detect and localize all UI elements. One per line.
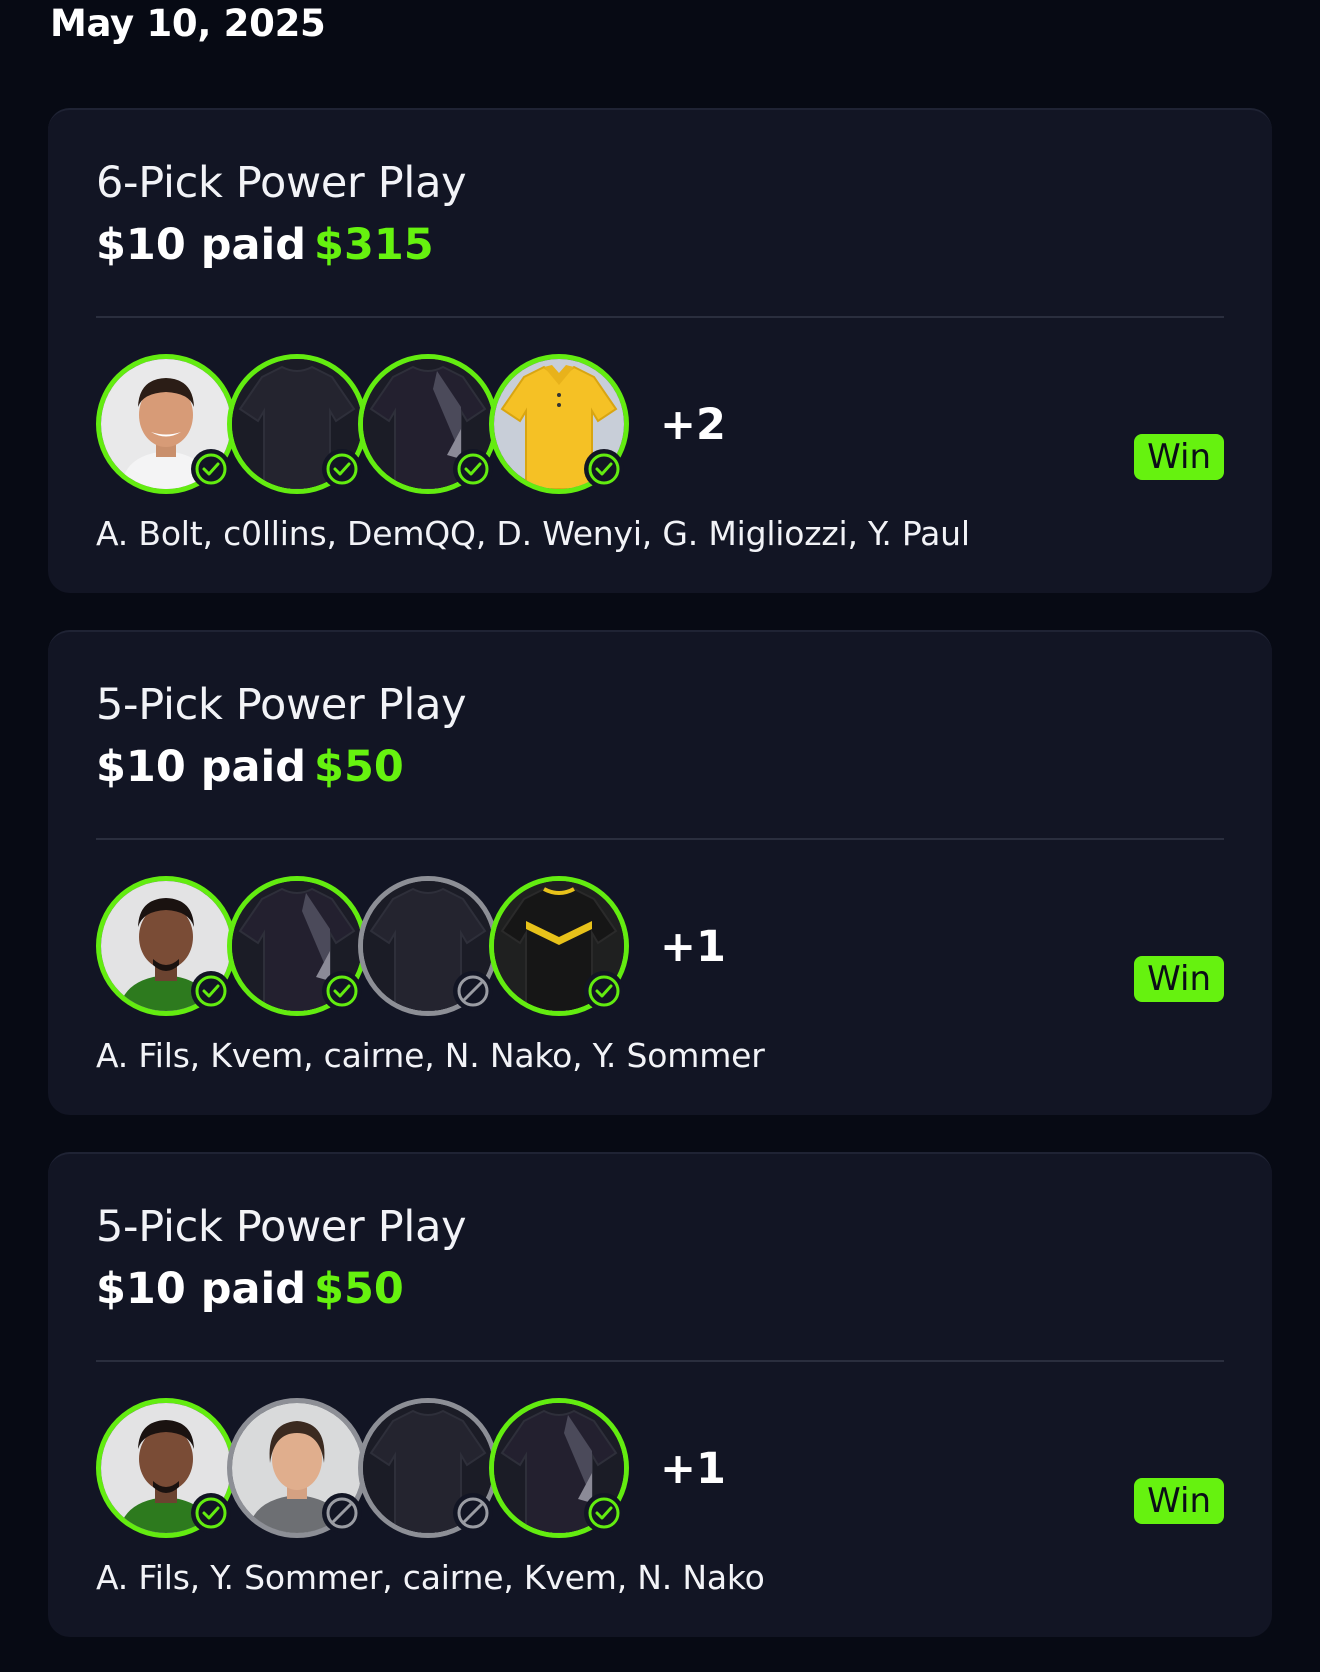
payout-amount: $50: [314, 1264, 404, 1314]
entry-title: 6-Pick Power Play: [96, 158, 467, 208]
avatar-stack: [96, 876, 656, 1016]
entry-card[interactable]: 6-Pick Power Play $10 paid $315 +2 Win A.…: [48, 108, 1272, 593]
players-list: A. Fils, Y. Sommer, cairne, Kvem, N. Nak…: [96, 1558, 765, 1597]
entry-title: 5-Pick Power Play: [96, 1202, 467, 1252]
entry-amounts: $10 paid $315: [96, 220, 434, 270]
check-icon: [191, 449, 231, 489]
void-icon: [453, 1493, 493, 1533]
entry-card[interactable]: 5-Pick Power Play $10 paid $50 +1 Win A. …: [48, 630, 1272, 1115]
payout-amount: $50: [314, 742, 404, 792]
more-picks-count: +1: [660, 1444, 726, 1494]
void-icon: [322, 1493, 362, 1533]
entry-amounts: $10 paid $50: [96, 742, 404, 792]
player-avatar: [489, 876, 629, 1016]
entries-page: May 10, 2025 6-Pick Power Play $10 paid $…: [0, 0, 1320, 1672]
check-icon: [322, 971, 362, 1011]
check-icon: [584, 1493, 624, 1533]
more-picks-count: +1: [660, 922, 726, 972]
entry-title: 5-Pick Power Play: [96, 680, 467, 730]
check-icon: [322, 449, 362, 489]
check-icon: [191, 1493, 231, 1533]
player-avatar: [489, 1398, 629, 1538]
avatar-stack: [96, 354, 656, 494]
player-avatar: [96, 1398, 236, 1538]
divider: [96, 838, 1224, 840]
player-avatar: [227, 1398, 367, 1538]
paid-amount: $10 paid: [96, 742, 307, 792]
date-header: May 10, 2025: [50, 2, 326, 45]
result-badge: Win: [1134, 434, 1224, 480]
divider: [96, 316, 1224, 318]
payout-amount: $315: [314, 220, 434, 270]
paid-amount: $10 paid: [96, 220, 307, 270]
check-icon: [453, 449, 493, 489]
player-avatar: [96, 876, 236, 1016]
player-avatar: [227, 876, 367, 1016]
player-avatar: [358, 876, 498, 1016]
void-icon: [453, 971, 493, 1011]
result-badge: Win: [1134, 956, 1224, 1002]
players-list: A. Bolt, c0llins, DemQQ, D. Wenyi, G. Mi…: [96, 514, 970, 553]
check-icon: [584, 971, 624, 1011]
player-avatar: [96, 354, 236, 494]
player-avatar: [358, 1398, 498, 1538]
entry-card[interactable]: 5-Pick Power Play $10 paid $50 +1 Win A. …: [48, 1152, 1272, 1637]
check-icon: [191, 971, 231, 1011]
player-avatar: [489, 354, 629, 494]
player-avatar: [358, 354, 498, 494]
paid-amount: $10 paid: [96, 1264, 307, 1314]
players-list: A. Fils, Kvem, cairne, N. Nako, Y. Somme…: [96, 1036, 765, 1075]
divider: [96, 1360, 1224, 1362]
check-icon: [584, 449, 624, 489]
player-avatar: [227, 354, 367, 494]
entry-amounts: $10 paid $50: [96, 1264, 404, 1314]
more-picks-count: +2: [660, 400, 726, 450]
avatar-stack: [96, 1398, 656, 1538]
result-badge: Win: [1134, 1478, 1224, 1524]
